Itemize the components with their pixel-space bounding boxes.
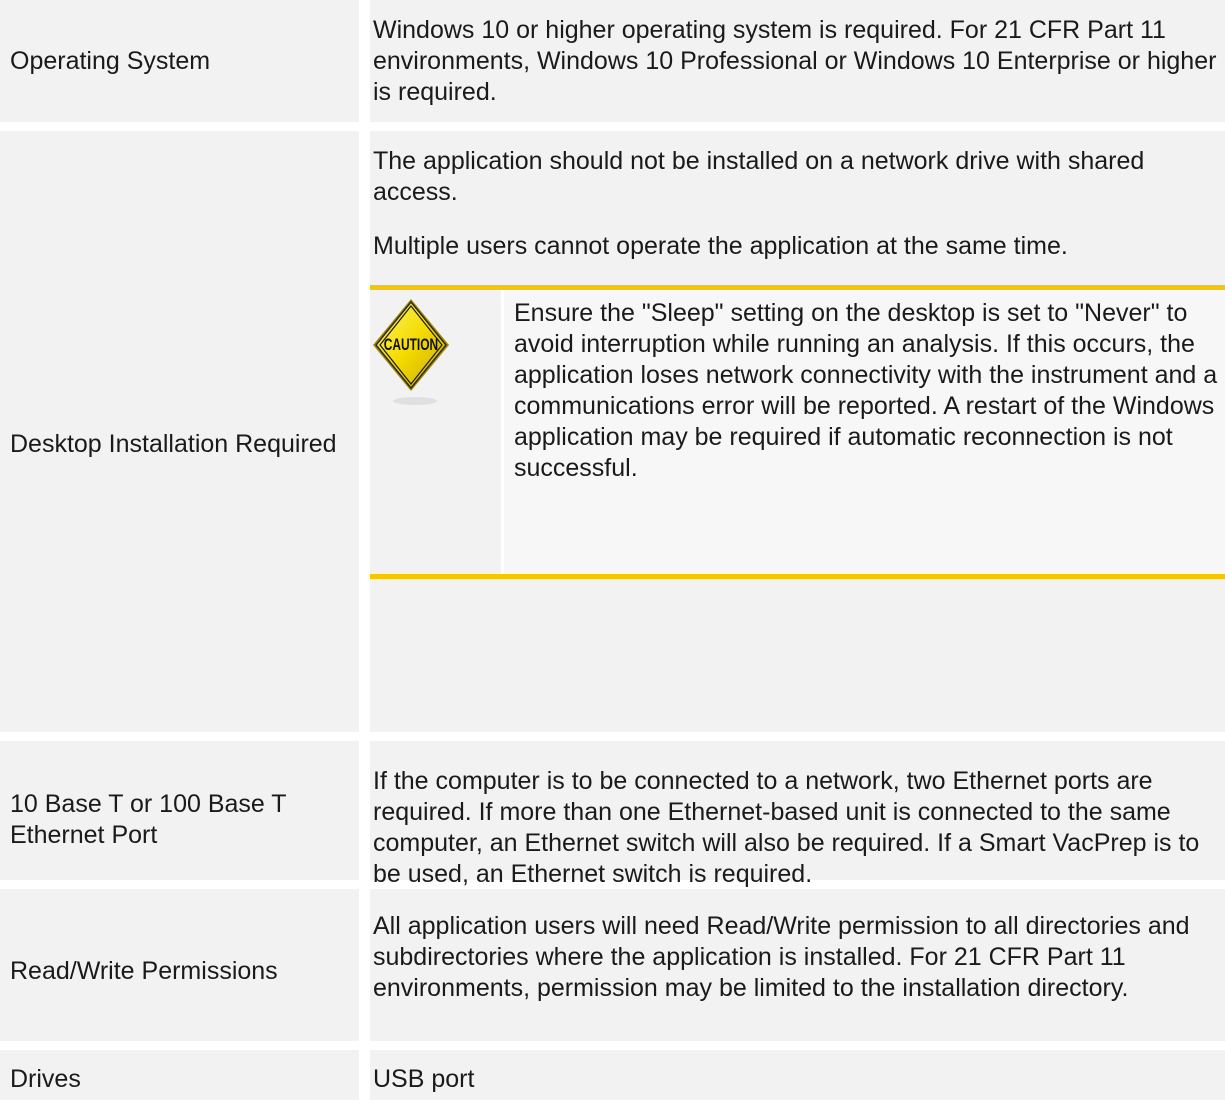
row-value: Windows 10 or higher operating system is…: [370, 0, 1225, 122]
row-value: All application users will need Read/Wri…: [370, 889, 1225, 1041]
row-label: 10 Base T or 100 Base T Ethernet Port: [0, 741, 359, 880]
table-row-ethernet-port: 10 Base T or 100 Base T Ethernet Port If…: [0, 741, 1225, 889]
table-row-drives: Drives USB port: [0, 1050, 1225, 1109]
row-label: Desktop Installation Required: [0, 131, 359, 732]
caution-sign-icon: CAUTION: [373, 299, 449, 405]
row-label: Operating System: [0, 0, 359, 122]
row-label: Drives: [0, 1050, 359, 1100]
caution-sign-text: CAUTION: [384, 336, 438, 354]
row-value: USB port: [370, 1050, 1225, 1100]
table-row-desktop-installation: Desktop Installation Required The applic…: [0, 131, 1225, 741]
table-row-operating-system: Operating System Windows 10 or higher op…: [0, 0, 1225, 131]
caution-text: Ensure the "Sleep" setting on the deskto…: [504, 290, 1225, 574]
caution-icon-cell: CAUTION: [370, 290, 501, 574]
row-value: The application should not be installed …: [370, 131, 1225, 732]
requirements-table: Operating System Windows 10 or higher op…: [0, 0, 1225, 1109]
paragraph: The application should not be installed …: [373, 147, 1145, 206]
row-label: Read/Write Permissions: [0, 889, 359, 1041]
caution-note: CAUTION Ensure the "Sleep" setting on th…: [370, 285, 1225, 579]
table-row-read-write-permissions: Read/Write Permissions All application u…: [0, 889, 1225, 1050]
row-value: If the computer is to be connected to a …: [370, 741, 1225, 888]
paragraph: Multiple users cannot operate the applic…: [373, 232, 1068, 260]
